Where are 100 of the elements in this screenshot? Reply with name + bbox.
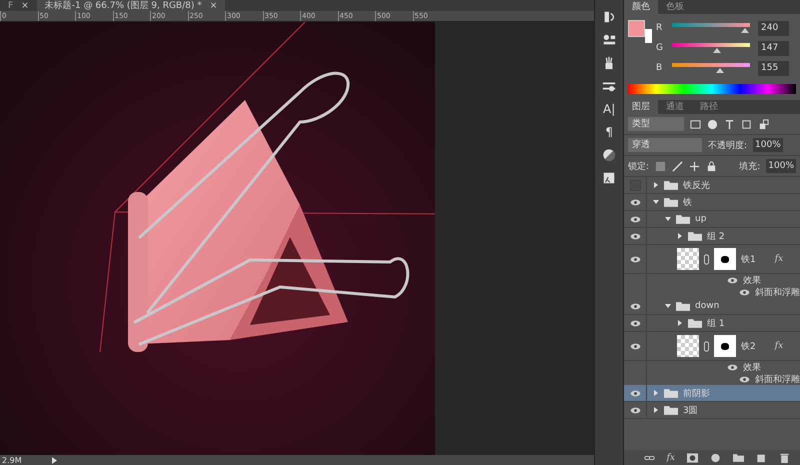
play-icon[interactable] (52, 456, 57, 464)
filter-dropdown[interactable]: 类型 (628, 117, 684, 131)
panel-tab[interactable]: 色板 (658, 0, 692, 14)
eye-icon[interactable] (630, 302, 640, 310)
properties-icon[interactable] (602, 33, 616, 47)
channel-value-field[interactable]: 147 (758, 40, 789, 56)
eye-icon[interactable] (739, 288, 750, 296)
effect-label: 效果 (743, 362, 761, 374)
document-tab[interactable]: 未标题-1 @ 66.7% (图层 9, RGB/8) * × (36, 0, 226, 12)
trash-icon[interactable] (779, 452, 790, 462)
caret-icon[interactable] (665, 216, 671, 222)
checkerboard-icon[interactable] (655, 160, 666, 172)
close-icon[interactable]: × (210, 0, 218, 12)
layer-name: down (695, 301, 720, 311)
caret-icon[interactable] (653, 390, 659, 396)
eye-icon[interactable] (630, 320, 640, 326)
layer-row[interactable]: 组 1 (624, 315, 800, 332)
fx-icon[interactable]: fx (774, 341, 784, 351)
eye-icon[interactable] (630, 256, 640, 262)
eye-icon[interactable] (630, 198, 640, 206)
eye-icon[interactable] (739, 376, 750, 382)
caret-icon[interactable] (677, 320, 683, 326)
document-size: 2.9M (2, 456, 22, 465)
mask-icon[interactable] (687, 452, 698, 462)
folder-icon (664, 197, 678, 207)
folder-icon (688, 231, 702, 241)
channel-value-field[interactable]: 240 (758, 20, 789, 36)
fx-icon[interactable]: fx (774, 254, 784, 264)
character-panel-icon[interactable]: A| (603, 102, 616, 116)
layer-name: 前阴影 (683, 388, 710, 400)
new-layer-icon[interactable] (756, 452, 767, 462)
folder-icon (664, 180, 678, 190)
layer-row[interactable]: down (624, 298, 800, 315)
document-tab[interactable]: F × (0, 0, 37, 12)
lock-label: 锁定: (628, 160, 650, 172)
link-icon[interactable] (704, 340, 709, 352)
channel-value-field[interactable]: 155 (758, 60, 789, 76)
eye-icon[interactable] (630, 390, 640, 396)
slider-thumb[interactable] (716, 68, 724, 73)
paragraph-panel-icon[interactable]: ¶ (605, 125, 613, 139)
blend-mode-dropdown[interactable]: 穿透 (628, 138, 702, 152)
panel-tab[interactable]: 路径 (692, 100, 726, 114)
effect-label: 斜面和浮雕 (755, 374, 800, 386)
layer-row[interactable]: 铁2 fx (624, 332, 800, 361)
folder-icon[interactable] (733, 452, 744, 462)
background-color-swatch[interactable] (645, 29, 652, 43)
image-filter-icon[interactable] (690, 118, 701, 130)
eye-icon[interactable] (727, 276, 738, 284)
folder-icon (664, 388, 678, 398)
opacity-field[interactable]: 100% (753, 138, 783, 152)
link-icon[interactable] (704, 254, 709, 264)
smart-object-filter-icon[interactable] (758, 118, 769, 130)
adjustment-filter-icon[interactable] (707, 118, 718, 130)
caret-icon[interactable] (653, 182, 659, 188)
slider-thumb[interactable] (741, 28, 750, 33)
channel-slider[interactable] (672, 63, 750, 73)
layer-name: 组 2 (707, 230, 725, 242)
lock-icon[interactable] (706, 160, 718, 172)
fill-label: 填充: (739, 160, 760, 172)
channel-slider[interactable] (672, 23, 750, 33)
opacity-label: 不透明度: (708, 140, 748, 152)
caret-icon[interactable] (677, 233, 683, 239)
layer-row[interactable]: 前阴影 (624, 385, 800, 402)
layer-name: 铁2 (741, 340, 756, 352)
caret-icon[interactable] (653, 199, 659, 205)
layer-name: 3圆 (683, 404, 698, 416)
layer-mask-thumbnail (714, 335, 736, 357)
layer-name: 铁1 (741, 254, 756, 266)
brush-icon[interactable] (672, 160, 684, 172)
close-icon[interactable]: × (21, 0, 29, 12)
eye-icon[interactable] (630, 406, 640, 414)
layer-row[interactable]: up (624, 211, 800, 228)
shape-filter-icon[interactable] (741, 118, 752, 130)
layer-row[interactable]: 组 2 (624, 228, 800, 245)
layer-row[interactable]: 铁 (624, 194, 800, 211)
effect-label: 斜面和浮雕 (755, 286, 800, 298)
fx-icon[interactable]: fx (666, 452, 675, 462)
layer-row[interactable]: 铁1 fx (624, 245, 800, 274)
eye-icon[interactable] (630, 232, 640, 240)
eye-icon[interactable] (630, 216, 640, 222)
layer-row[interactable]: 3圆 (624, 402, 800, 419)
panel-tab[interactable]: 颜色 (624, 0, 658, 14)
caret-icon[interactable] (653, 407, 659, 413)
eye-icon[interactable] (727, 364, 738, 370)
color-spectrum-bar[interactable] (628, 84, 796, 94)
layer-row[interactable]: 铁反光 (624, 177, 800, 194)
foreground-color-swatch[interactable] (628, 20, 645, 37)
caret-icon[interactable] (665, 303, 671, 309)
effect-label: 效果 (743, 274, 761, 286)
slider-thumb[interactable] (713, 48, 722, 53)
adjustment-icon[interactable] (710, 452, 721, 462)
channel-slider[interactable] (672, 43, 750, 53)
adjustments-icon[interactable] (602, 148, 616, 162)
panel-tab[interactable]: 图层 (624, 100, 658, 114)
panel-tab[interactable]: 通道 (658, 100, 692, 114)
type-filter-icon[interactable] (724, 118, 735, 130)
fill-field[interactable]: 100% (766, 159, 796, 173)
layer-name: up (695, 214, 706, 224)
eye-icon[interactable] (630, 342, 640, 350)
move-icon[interactable] (689, 160, 700, 172)
